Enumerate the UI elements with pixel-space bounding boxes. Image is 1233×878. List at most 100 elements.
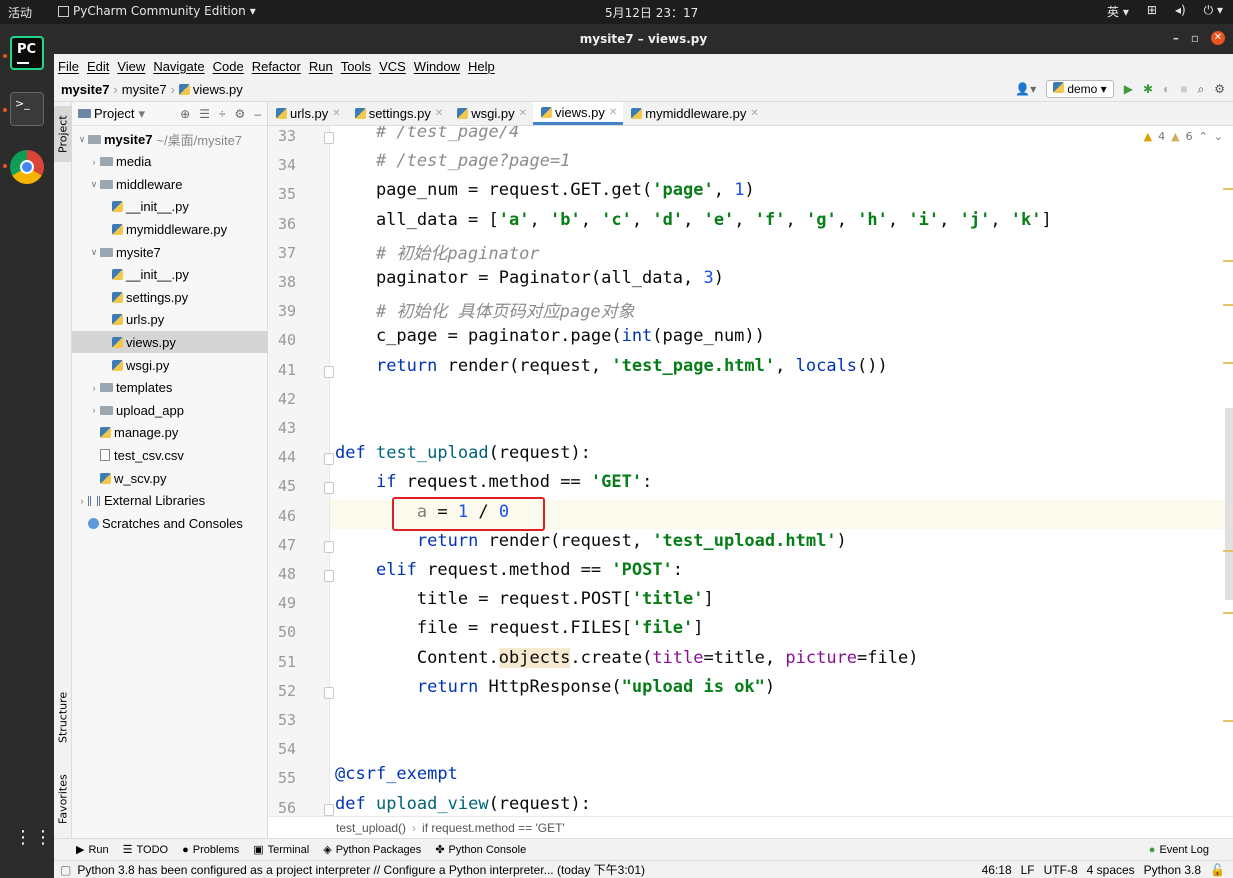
tool-python-console[interactable]: ✤ Python Console [435,843,526,857]
chevron-down-icon[interactable]: ▾ [138,106,145,122]
line-number[interactable]: 46 [268,507,296,525]
run-icon[interactable]: ▶ [1124,82,1133,96]
stop-icon[interactable]: ■ [1180,82,1187,96]
line-number[interactable]: 35 [268,185,296,203]
chevron-down-icon[interactable]: ∨ [88,247,100,258]
tool-terminal[interactable]: ▣ Terminal [253,843,309,857]
menu-view[interactable]: View [117,59,145,74]
code-line[interactable]: # /test_page/4 [335,126,519,142]
maximize-icon[interactable]: ▫ [1191,31,1199,45]
tree-item--init-py[interactable]: __init__.py [72,196,268,218]
activities-button[interactable]: 活动 [8,4,32,21]
project-panel-title[interactable]: Project [94,106,134,121]
line-number[interactable]: 51 [268,653,296,671]
gear-icon[interactable]: ⚙ [235,107,246,121]
line-number[interactable]: 45 [268,477,296,495]
chevron-down-icon[interactable]: ∨ [88,179,100,190]
tree-item-views-py[interactable]: views.py [72,331,268,354]
hide-icon[interactable]: – [254,107,261,121]
tree-item-scratches-and-consoles[interactable]: Scratches and Consoles [72,512,268,534]
code-line[interactable]: all_data = ['a', 'b', 'c', 'd', 'e', 'f'… [335,210,1052,230]
code-line[interactable]: return HttpResponse("upload is ok") [335,677,775,697]
error-stripe-mark[interactable] [1223,304,1233,306]
locate-icon[interactable]: ⊕ [180,107,190,121]
close-tab-icon[interactable]: ✕ [519,108,527,119]
run-config-selector[interactable]: demo ▾ [1046,80,1114,98]
chevron-right-icon[interactable]: › [88,405,100,415]
fold-marker-icon[interactable] [324,365,334,378]
code-line[interactable]: paginator = Paginator(all_data, 3) [335,268,724,288]
tab-urls-py[interactable]: urls.py ✕ [268,102,347,125]
clock[interactable]: 5月12日 23：17 [605,4,698,21]
tab-structure[interactable]: Structure [54,682,72,752]
line-separator[interactable]: LF [1021,863,1035,877]
line-number[interactable]: 50 [268,623,296,641]
tab-mymiddleware-py[interactable]: mymiddleware.py ✕ [623,102,765,125]
line-number[interactable]: 48 [268,565,296,583]
tree-item-templates[interactable]: › templates [72,377,268,399]
tree-item-mysite7[interactable]: ∨ mysite7 ~/桌面/mysite7 [72,128,268,150]
line-number[interactable]: 56 [268,799,296,816]
error-stripe-mark[interactable] [1223,188,1233,190]
code-editor[interactable]: 33 34 35 36 37 38 39 40 41 42 43 44 45 46 47 48 49 50 51 52… [268,126,1233,816]
line-number[interactable]: 38 [268,273,296,291]
tab-favorites[interactable]: Favorites [54,766,72,832]
tool-todo[interactable]: ☰ TODO [123,843,168,857]
menu-window[interactable]: Window [414,59,460,74]
line-number[interactable]: 39 [268,302,296,320]
tree-item-test-csv-csv[interactable]: test_csv.csv [72,444,268,466]
error-stripe-mark[interactable] [1223,720,1233,722]
code-line[interactable]: # /test_page?page=1 [335,151,570,171]
tree-item-mysite7[interactable]: ∨ mysite7 [72,241,268,263]
coverage-icon[interactable]: ◐ [1163,82,1170,96]
caret-position[interactable]: 46:18 [982,863,1012,877]
close-tab-icon[interactable]: ✕ [609,107,617,118]
fold-marker-icon[interactable] [324,482,334,495]
tab-views-py[interactable]: views.py ✕ [532,102,624,125]
tool-problems[interactable]: ● Problems [182,844,239,856]
tree-item-settings-py[interactable]: settings.py [72,286,268,308]
tree-item-mymiddleware-py[interactable]: mymiddleware.py [72,218,268,240]
input-method-indicator[interactable]: 英 ▾ [1107,3,1129,20]
line-number[interactable]: 49 [268,594,296,612]
close-tab-icon[interactable]: ✕ [750,108,758,119]
line-number[interactable]: 33 [268,127,296,145]
line-number[interactable]: 55 [268,769,296,787]
tab-project[interactable]: Project [54,106,72,162]
expand-icon[interactable]: ÷ [219,107,226,121]
code-line[interactable]: page_num = request.GET.get('page', 1) [335,180,755,200]
interpreter-selector[interactable]: Python 3.8 [1144,863,1201,877]
error-stripe-mark[interactable] [1223,260,1233,262]
collapse-all-icon[interactable]: ☰ [199,107,210,121]
inspection-widget[interactable]: ▲ 4 ▲ 6 ⌃ ⌄ [1144,130,1223,143]
status-toggle-icon[interactable]: ▢ [60,863,71,877]
line-number[interactable]: 52 [268,682,296,700]
code-line[interactable]: elif request.method == 'POST': [335,560,683,580]
power-icon[interactable]: ⏻ ▾ [1204,3,1223,20]
tree-item-wsgi-py[interactable]: wsgi.py [72,354,268,376]
code-line[interactable]: Content.objects.create(title=title, pict… [335,647,918,668]
tool-python-packages[interactable]: ◈ Python Packages [323,843,421,857]
user-icon[interactable]: 👤▾ [1015,82,1036,96]
chevron-down-icon[interactable]: ∨ [76,134,88,145]
chevron-down-icon[interactable]: ⌄ [1214,130,1223,143]
fold-marker-icon[interactable] [324,540,334,553]
error-stripe-mark[interactable] [1223,612,1233,614]
error-stripe-mark[interactable] [1223,550,1233,552]
event-log-button[interactable]: ● Event Log [1149,844,1209,856]
breadcrumb-function[interactable]: test_upload() [336,821,406,835]
tab-settings-py[interactable]: settings.py ✕ [347,102,450,125]
tool-run[interactable]: ▶ Run [76,843,109,857]
menu-file[interactable]: File [58,59,79,74]
minimize-icon[interactable]: – [1173,31,1179,45]
menu-tools[interactable]: Tools [341,59,371,74]
close-tab-icon[interactable]: ✕ [332,108,340,119]
menu-edit[interactable]: Edit [87,59,109,74]
tree-item--init-py[interactable]: __init__.py [72,264,268,286]
vertical-scrollbar[interactable] [1225,408,1233,600]
terminal-dock-icon[interactable]: >_ [10,92,44,126]
nav-file[interactable]: views.py [193,82,243,97]
search-icon[interactable]: ⌕ [1198,82,1205,97]
menu-refactor[interactable]: Refactor [252,59,301,74]
pycharm-dock-icon[interactable]: PC [10,36,44,70]
